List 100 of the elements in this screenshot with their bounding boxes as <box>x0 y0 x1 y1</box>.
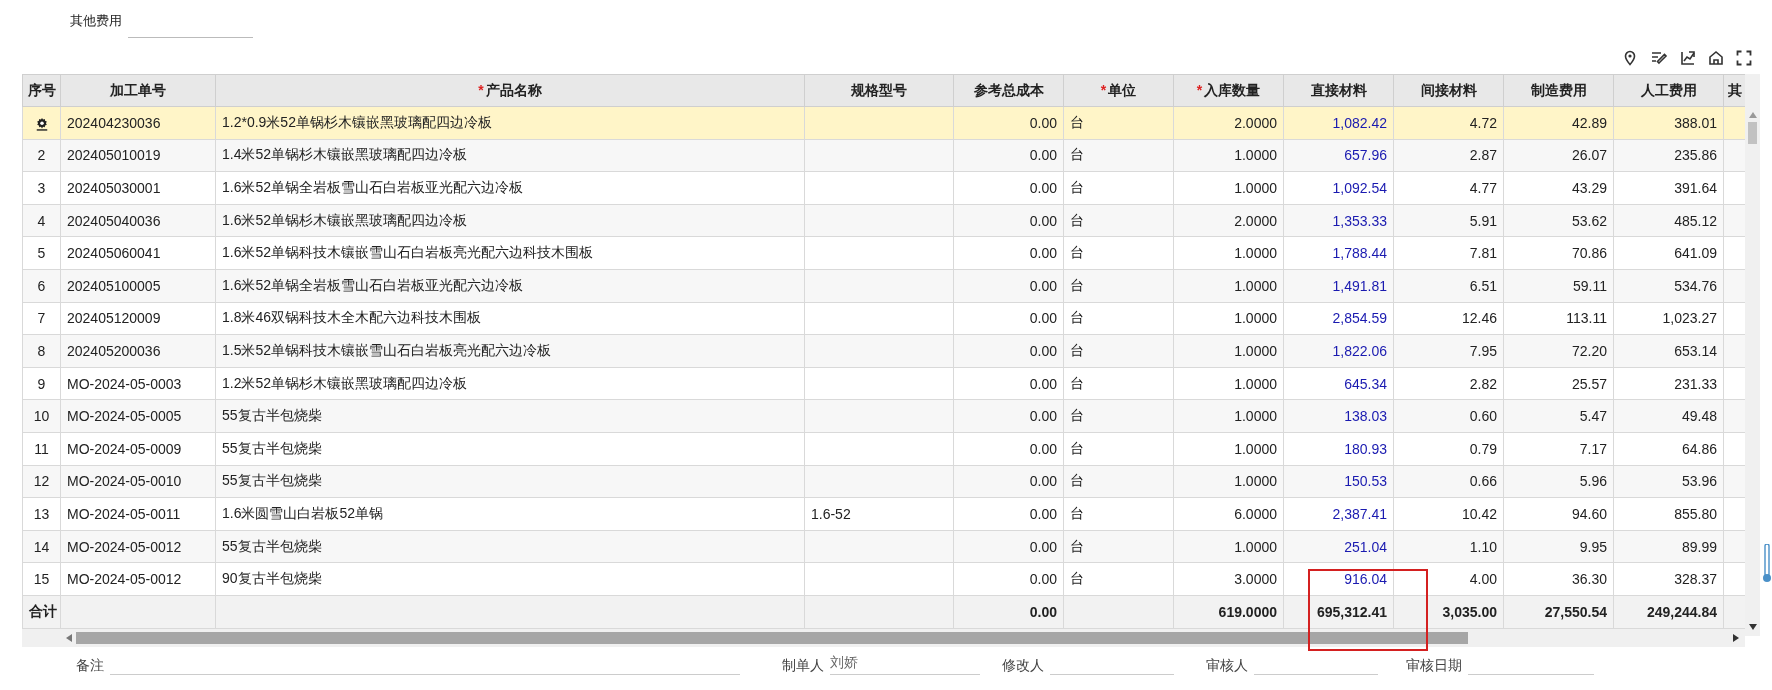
table-cell: 9.95 <box>1579 538 1607 555</box>
table-cell: 1.6米52单锅科技木镶嵌雪山石白岩板亮光配六边科技木围板 <box>222 244 594 261</box>
chart-icon[interactable] <box>1680 50 1696 66</box>
table-cell: 5.91 <box>1469 212 1497 229</box>
field-label: 审核人 <box>1205 656 1249 675</box>
slider-handle-icon[interactable] <box>1762 544 1772 584</box>
table-cell: 653.14 <box>1674 342 1717 359</box>
scroll-up-icon[interactable] <box>1748 112 1757 118</box>
scroll-down-icon[interactable] <box>1748 624 1757 630</box>
table-cell: 6.0000 <box>1234 505 1277 522</box>
table-cell: MO-2024-05-0005 <box>67 408 182 425</box>
settings-icon[interactable] <box>34 116 49 131</box>
table-cell: 49.48 <box>1681 408 1717 425</box>
table-cell: 1.6米52单锅杉木镶嵌黑玻璃配四边冷板 <box>222 211 468 228</box>
table-cell: 0.00 <box>1029 505 1057 522</box>
row-number: 15 <box>33 571 50 588</box>
row-number: 11 <box>34 440 49 457</box>
table-cell: 202405010019 <box>67 147 161 164</box>
table-cell: 202405200036 <box>67 342 161 359</box>
table-cell: 534.76 <box>1674 277 1717 294</box>
table-cell: 台 <box>1070 537 1084 554</box>
table-cell: 1.8米46双锅科技木全木配六边科技木围板 <box>222 309 482 326</box>
table-cell: 台 <box>1070 472 1084 489</box>
table-cell: 90复古半包烧柴 <box>222 570 322 587</box>
edit-lines-icon[interactable] <box>1650 50 1668 66</box>
scroll-right-icon[interactable] <box>1733 633 1739 642</box>
table-cell: 0.66 <box>1469 473 1497 490</box>
table-cell: MO-2024-05-0012 <box>67 571 182 588</box>
total-cell: 27,550.54 <box>1544 603 1607 620</box>
home-icon[interactable] <box>1708 50 1724 66</box>
table-cell: 0.79 <box>1469 440 1497 457</box>
amount-link[interactable]: 657.96 <box>1344 147 1387 164</box>
row-number: 14 <box>33 538 50 555</box>
amount-link[interactable]: 150.53 <box>1344 473 1387 490</box>
amount-link[interactable]: 138.03 <box>1344 408 1387 425</box>
column-header[interactable]: *单位 <box>1063 74 1174 107</box>
table-cell: 59.11 <box>1573 277 1607 294</box>
column-header[interactable]: 加工单号 <box>60 74 216 107</box>
column-header[interactable]: 直接材料 <box>1283 74 1394 107</box>
table-cell: 4.77 <box>1469 180 1497 196</box>
column-header[interactable]: 间接材料 <box>1393 74 1504 107</box>
table-cell: 2.0000 <box>1234 114 1277 131</box>
table-cell: 1.0000 <box>1234 310 1277 327</box>
table-cell: 台 <box>1070 244 1084 261</box>
table-cell: 台 <box>1070 179 1084 195</box>
table-cell: 113.11 <box>1566 310 1607 327</box>
row-number: 3 <box>37 180 46 196</box>
table-cell: 43.29 <box>1571 180 1607 196</box>
table-cell: 64.86 <box>1681 440 1717 457</box>
row-number: 6 <box>37 277 46 294</box>
table-cell: 1.0000 <box>1234 538 1277 555</box>
amount-link[interactable]: 645.34 <box>1344 375 1387 392</box>
location-pin-icon[interactable] <box>1622 50 1638 66</box>
column-header[interactable]: 规格型号 <box>804 74 954 107</box>
row-number: 2 <box>37 147 46 164</box>
input-field[interactable]: 刘娇 <box>830 653 980 675</box>
table-cell: 4.72 <box>1469 114 1497 131</box>
scroll-thumb[interactable] <box>1748 122 1757 144</box>
amount-link[interactable]: 180.93 <box>1344 440 1387 457</box>
table-cell: MO-2024-05-0012 <box>67 538 182 555</box>
table-cell: 0.00 <box>1029 180 1057 196</box>
vertical-scrollbar[interactable] <box>1745 74 1760 636</box>
table-cell: 26.07 <box>1571 147 1607 164</box>
field-label: 制单人 <box>781 656 825 675</box>
column-header[interactable]: 序号 <box>22 74 61 107</box>
scroll-thumb[interactable] <box>76 631 1468 644</box>
fullscreen-icon[interactable] <box>1736 50 1752 66</box>
table-cell: 12.46 <box>1461 310 1497 327</box>
table-cell: 0.00 <box>1029 310 1057 327</box>
column-header[interactable]: 人工费用 <box>1613 74 1724 107</box>
table-cell: 1.6米52单锅全岩板雪山石白岩板亚光配六边冷板 <box>222 276 524 293</box>
table-cell: 台 <box>1070 276 1084 293</box>
total-cell: 0.00 <box>1029 603 1057 620</box>
field-label: 修改人 <box>1001 656 1045 675</box>
scroll-left-icon[interactable] <box>66 633 72 642</box>
table-cell: 1.0000 <box>1234 277 1277 294</box>
amount-link[interactable]: 916.04 <box>1344 571 1387 588</box>
field-label: 备注 <box>75 656 105 675</box>
total-cell: 249,244.84 <box>1646 603 1717 620</box>
column-header[interactable]: *入库数量 <box>1173 74 1284 107</box>
column-header[interactable]: 制造费用 <box>1503 74 1614 107</box>
column-header[interactable]: 其 <box>1723 74 1746 107</box>
table-cell: 0.00 <box>1029 473 1057 490</box>
table-cell: 89.99 <box>1681 538 1717 555</box>
table-cell: 台 <box>1070 504 1084 521</box>
row-number: 7 <box>37 310 46 327</box>
table-cell: 台 <box>1070 407 1084 424</box>
table-cell: 202405120009 <box>67 310 161 327</box>
table-cell: MO-2024-05-0003 <box>67 375 182 392</box>
table-cell: 10.42 <box>1461 505 1497 522</box>
table-cell: 4.00 <box>1469 571 1497 588</box>
column-header[interactable]: *产品名称 <box>215 74 805 107</box>
table-cell: MO-2024-05-0009 <box>67 440 182 457</box>
table-cell: 1.0000 <box>1234 473 1277 490</box>
row-number: 4 <box>37 212 46 229</box>
column-header[interactable]: 参考总成本 <box>953 74 1064 107</box>
table-cell: 0.00 <box>1029 408 1057 425</box>
table-cell: 55复古半包烧柴 <box>222 439 322 456</box>
amount-link[interactable]: 251.04 <box>1344 538 1387 555</box>
table-cell: 231.33 <box>1674 375 1717 392</box>
